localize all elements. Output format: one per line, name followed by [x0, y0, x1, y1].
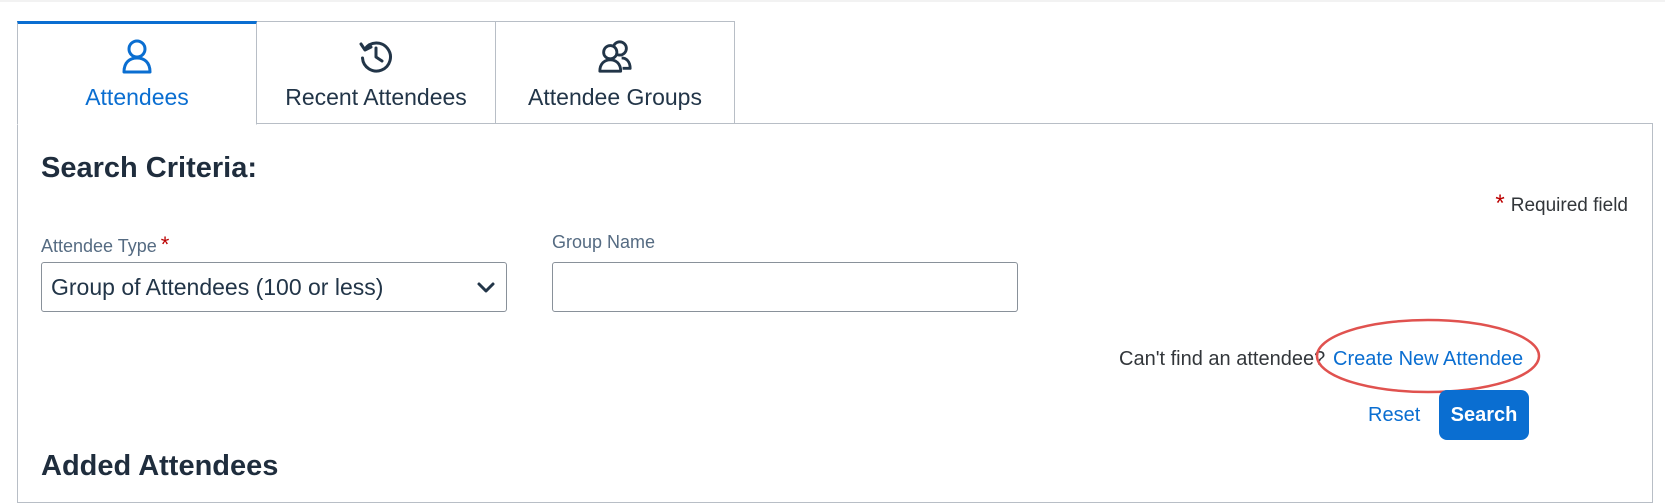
- person-icon: [119, 38, 155, 74]
- required-field-text: Required field: [1510, 195, 1628, 216]
- attendee-type-label-text: Attendee Type: [41, 236, 157, 256]
- tab-recent-attendees[interactable]: Recent Attendees: [256, 21, 496, 124]
- required-star: *: [1495, 190, 1505, 217]
- added-attendees-heading: Added Attendees: [41, 450, 279, 482]
- search-criteria-title: Search Criteria:: [41, 152, 257, 184]
- search-panel: Search Criteria: * Required field Attende…: [17, 123, 1653, 503]
- history-icon: [358, 38, 394, 74]
- reset-button[interactable]: Reset: [1368, 404, 1420, 427]
- required-field-note: * Required field: [1495, 190, 1628, 218]
- group-name-label: Group Name: [552, 232, 656, 252]
- attendee-type-select[interactable]: Group of Attendees (100 or less): [41, 262, 507, 312]
- tab-attendees-label: Attendees: [85, 84, 189, 110]
- group-name-input[interactable]: [552, 262, 1018, 312]
- tab-attendees[interactable]: Attendees: [17, 21, 257, 125]
- tab-attendee-groups[interactable]: Attendee Groups: [495, 21, 735, 124]
- tab-recent-attendees-label: Recent Attendees: [285, 84, 467, 110]
- create-new-attendee-link[interactable]: Create New Attendee: [1333, 348, 1523, 371]
- tab-attendee-groups-label: Attendee Groups: [528, 84, 702, 110]
- required-star: *: [160, 232, 170, 257]
- chevron-down-icon: [476, 274, 496, 301]
- search-button[interactable]: Search: [1439, 390, 1529, 440]
- tab-bar: Attendees Recent Attendees Attendee Grou…: [17, 21, 735, 125]
- attendee-type-label: Attendee Type *: [41, 232, 169, 258]
- top-divider: [0, 0, 1665, 2]
- group-icon: [597, 38, 633, 74]
- cant-find-text: Can't find an attendee?: [1119, 348, 1326, 370]
- attendee-type-value: Group of Attendees (100 or less): [51, 273, 384, 300]
